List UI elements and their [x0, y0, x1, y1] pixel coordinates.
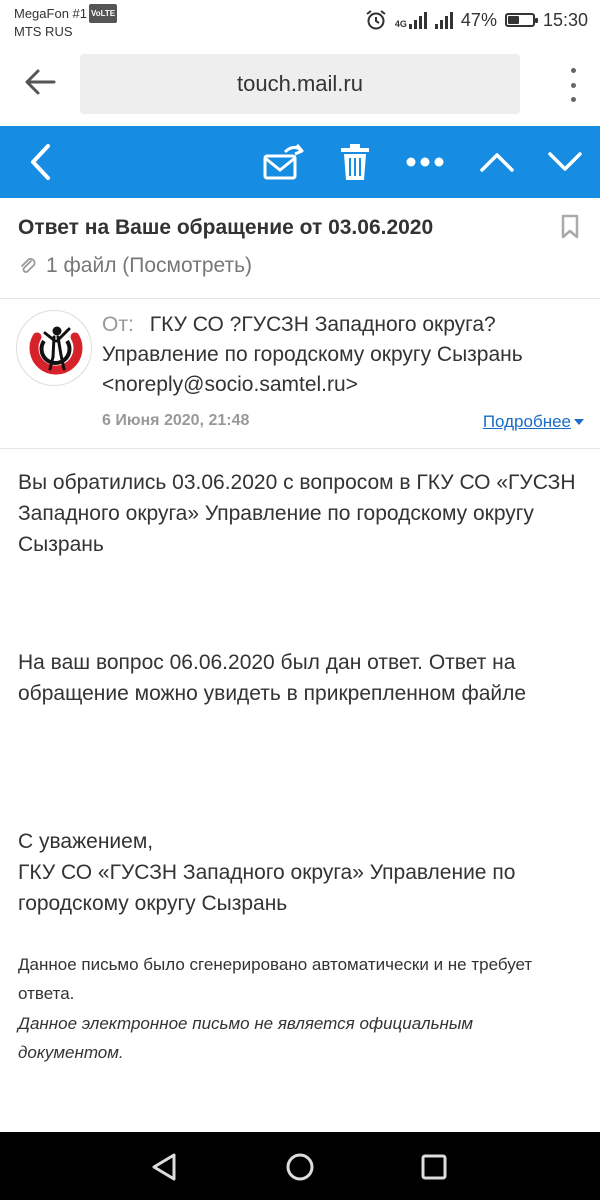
- sender-avatar: [16, 310, 92, 386]
- message-subject: Ответ на Ваше обращение от 03.06.2020: [18, 216, 434, 239]
- status-bar: MegaFon #1 VoLTE MTS RUS 4G 47% 15:30: [0, 0, 600, 44]
- browser-menu-icon[interactable]: [566, 68, 580, 102]
- caret-down-icon: [574, 419, 584, 425]
- nav-recents-icon[interactable]: [417, 1150, 451, 1184]
- url-text: touch.mail.ru: [237, 71, 363, 96]
- sender-logo-icon: [29, 326, 83, 375]
- system-nav-bar: [0, 1132, 600, 1200]
- back-arrow-icon[interactable]: [20, 62, 60, 102]
- signature-line-1: С уважением,: [18, 830, 154, 853]
- trash-icon: [341, 144, 369, 180]
- signal-bars-2-icon: [434, 11, 453, 29]
- body-paragraph-2: На ваш вопрос 06.06.2020 был дан ответ. …: [18, 651, 527, 705]
- status-time: 15:30: [542, 9, 588, 30]
- back-button[interactable]: [18, 126, 62, 198]
- body-paragraph-1: Вы обратились 03.06.2020 с вопросом в ГК…: [18, 471, 576, 556]
- url-field[interactable]: touch.mail.ru: [80, 54, 520, 114]
- paperclip-icon: [21, 258, 36, 273]
- battery-percent: 47%: [460, 9, 497, 30]
- from-label: От:: [102, 313, 134, 336]
- not-official-note: Данное электронное письмо не является оф…: [18, 1014, 474, 1062]
- more-actions-button[interactable]: [400, 126, 450, 198]
- signal-bars-icon: [408, 11, 427, 29]
- mobile-signal-1: 4G: [395, 11, 427, 29]
- sender-name[interactable]: ГКУ СО ?ГУСЗН Западного округа? Управлен…: [102, 313, 523, 396]
- battery-icon: [504, 13, 538, 27]
- battery-level-fill: [507, 16, 520, 24]
- details-link[interactable]: Подробнее: [483, 412, 584, 432]
- nav-home-icon[interactable]: [283, 1150, 317, 1184]
- nav-back-icon[interactable]: [147, 1150, 181, 1184]
- status-icons: 4G 47% 15:30: [365, 8, 588, 32]
- signature-line-2: ГКУ СО «ГУСЗН Западного округа» Управлен…: [18, 861, 516, 915]
- sender-block: От: ГКУ СО ?ГУСЗН Западного округа? Управ…: [102, 310, 582, 400]
- previous-message-button[interactable]: [474, 126, 520, 198]
- auto-generated-note: Данное письмо было сгенерировано автомат…: [18, 955, 533, 1003]
- chevron-down-icon: [548, 152, 582, 171]
- divider: [0, 448, 600, 449]
- mark-unread-button[interactable]: [256, 126, 308, 198]
- details-link-text: Подробнее: [482, 412, 571, 431]
- divider: [0, 298, 600, 299]
- bookmark-icon[interactable]: [560, 214, 580, 240]
- network-type-label: 4G: [394, 19, 407, 29]
- browser-url-bar: touch.mail.ru: [0, 44, 600, 126]
- attachment-text: 1 файл (Посмотреть): [46, 254, 253, 277]
- carrier-secondary: MTS RUS: [14, 24, 73, 39]
- envelope-move-icon: [263, 144, 304, 180]
- carrier-primary: MegaFon #1: [14, 6, 87, 21]
- attachment-link[interactable]: 1 файл (Посмотреть): [18, 254, 252, 278]
- volte-badge: VoLTE: [89, 4, 118, 23]
- more-dots-icon: [406, 157, 444, 167]
- message-date: 6 Июня 2020, 21:48: [102, 412, 250, 429]
- next-message-button[interactable]: [542, 126, 588, 198]
- delete-button[interactable]: [334, 126, 376, 198]
- chevron-left-icon: [31, 144, 50, 180]
- mail-toolbar: [0, 126, 600, 198]
- chevron-up-icon: [480, 153, 514, 172]
- alarm-icon: [366, 10, 386, 30]
- carrier-info: MegaFon #1 VoLTE MTS RUS: [14, 4, 118, 40]
